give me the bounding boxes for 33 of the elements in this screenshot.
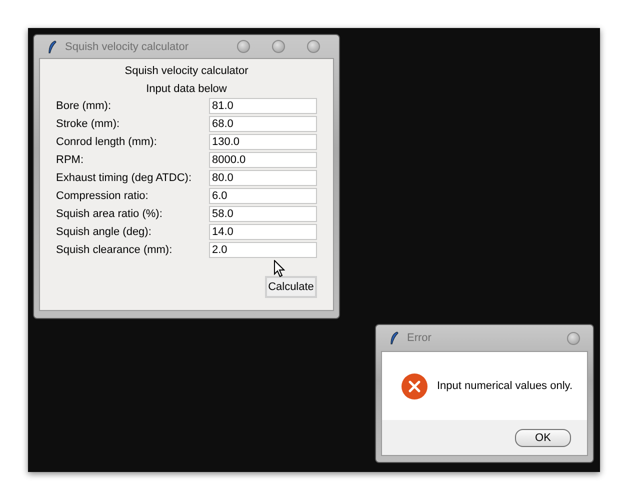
window-control-icon[interactable] <box>272 40 285 53</box>
input-field[interactable]: 68.0 <box>209 116 317 132</box>
field-label: Compression ratio: <box>56 190 150 202</box>
input-field[interactable]: 14.0 <box>209 224 317 240</box>
field-label: Squish area ratio (%): <box>56 208 164 220</box>
cursor-icon <box>274 260 285 277</box>
field-label: RPM: <box>56 154 84 166</box>
ok-button[interactable]: OK <box>515 428 571 446</box>
dialog-title: Error <box>407 332 432 344</box>
input-field[interactable]: 130.0 <box>209 134 317 150</box>
form-heading: Squish velocity calculator <box>124 64 250 79</box>
calculate-button[interactable]: Calculate <box>265 276 317 298</box>
field-label: Squish angle (deg): <box>56 226 152 238</box>
input-field[interactable]: 2.0 <box>209 242 317 258</box>
feather-icon <box>47 40 57 54</box>
feather-icon <box>389 331 399 345</box>
field-label: Bore (mm): <box>56 100 112 112</box>
window-control-icon[interactable] <box>567 332 580 344</box>
error-icon <box>401 372 428 400</box>
form-subheading: Input data below <box>145 82 228 97</box>
input-field[interactable]: 8000.0 <box>209 152 317 168</box>
field-label: Squish clearance (mm): <box>56 244 174 256</box>
input-field[interactable]: 6.0 <box>209 188 317 204</box>
window-control-icon[interactable] <box>237 40 250 53</box>
input-field[interactable]: 80.0 <box>209 170 317 186</box>
field-label: Stroke (mm): <box>56 118 121 130</box>
input-field[interactable]: 58.0 <box>209 206 317 222</box>
input-field[interactable]: 81.0 <box>209 98 317 114</box>
field-label: Exhaust timing (deg ATDC): <box>56 172 193 184</box>
window-title: Squish velocity calculator <box>65 40 189 52</box>
error-message: Input numerical values only. <box>437 380 573 392</box>
field-label: Conrod length (mm): <box>56 136 158 148</box>
window-control-icon[interactable] <box>307 40 320 53</box>
